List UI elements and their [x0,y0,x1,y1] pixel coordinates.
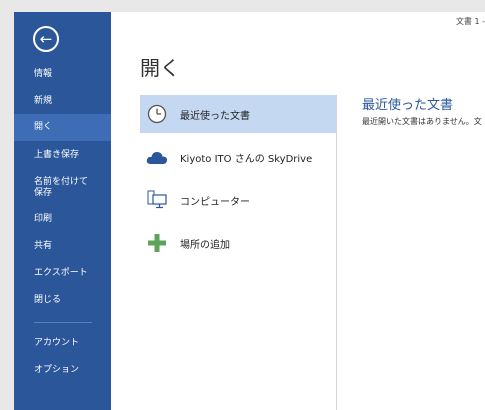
nav-account[interactable]: アカウント [14,338,111,349]
nav-print-label: 印刷 [34,214,53,224]
nav-export-label: エクスポート [34,268,88,278]
place-computer[interactable]: コンピューター [140,181,337,219]
recent-heading: 最近使った文書 [362,98,454,113]
nav-save[interactable]: 上書き保存 [14,150,111,161]
nav-new[interactable]: 新規 [14,96,111,107]
page-title: 開く [140,56,180,80]
nav-share-label: 共有 [34,241,53,251]
clock-icon [146,103,168,125]
nav-close[interactable]: 閉じる [14,295,111,306]
place-skydrive[interactable]: Kiyoto ITO さんの SkyDrive [140,138,337,176]
nav-open[interactable]: 開く [14,114,111,141]
back-arrow-icon: ← [39,30,53,48]
nav-info[interactable]: 情報 [14,69,111,80]
nav-info-label: 情報 [34,69,53,79]
nav-share[interactable]: 共有 [14,241,111,252]
nav-account-label: アカウント [34,338,80,348]
backstage-sidebar: ← 情報 新規 開く 上書き保存 名前を付けて 保存 印刷 共有 エクスポート … [14,12,111,410]
nav-print[interactable]: 印刷 [14,214,111,225]
computer-icon [146,189,168,211]
nav-separator [34,322,92,323]
place-add-location[interactable]: 場所の追加 [140,224,337,262]
nav-options[interactable]: オプション [14,365,111,376]
place-label: コンピューター [180,196,250,208]
pane-divider [336,95,337,410]
back-button[interactable]: ← [33,26,59,52]
nav-open-label: 開く [34,122,53,132]
place-recent-documents[interactable]: 最近使った文書 [140,95,337,133]
place-label: 最近使った文書 [180,110,250,122]
recent-empty-message: 最近開いた文書はありません。文 [362,117,482,126]
window-title: 文書 1 - [455,17,485,26]
cloud-icon [146,146,168,168]
place-label: 場所の追加 [180,239,230,251]
nav-save-as[interactable]: 名前を付けて 保存 [14,177,111,199]
plus-icon [146,232,168,254]
nav-save-label: 上書き保存 [34,150,80,160]
place-label: Kiyoto ITO さんの SkyDrive [180,153,313,165]
nav-new-label: 新規 [34,96,53,106]
nav-save-as-label: 名前を付けて 保存 [34,177,89,198]
nav-options-label: オプション [34,365,80,375]
nav-close-label: 閉じる [34,295,62,305]
backstage-window: ← 情報 新規 開く 上書き保存 名前を付けて 保存 印刷 共有 エクスポート … [14,12,485,410]
nav-export[interactable]: エクスポート [14,268,111,279]
